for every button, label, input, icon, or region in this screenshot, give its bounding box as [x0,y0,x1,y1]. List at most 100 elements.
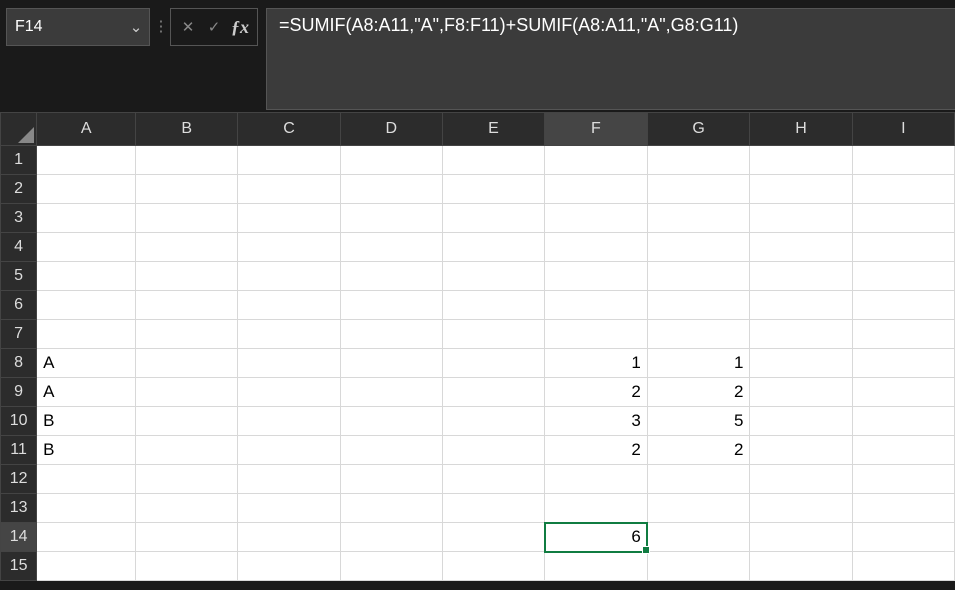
column-header-A[interactable]: A [37,113,136,146]
cell-C14[interactable] [238,523,340,552]
cell-H6[interactable] [750,291,852,320]
row-header-13[interactable]: 13 [1,494,37,523]
cell-E8[interactable] [442,349,544,378]
cell-G14[interactable] [647,523,750,552]
cell-I11[interactable] [852,436,954,465]
cell-G2[interactable] [647,175,750,204]
cell-D1[interactable] [340,146,442,175]
cell-G13[interactable] [647,494,750,523]
cell-G6[interactable] [647,291,750,320]
cell-I8[interactable] [852,349,954,378]
row-header-10[interactable]: 10 [1,407,37,436]
cell-C11[interactable] [238,436,340,465]
cell-E9[interactable] [442,378,544,407]
cell-G12[interactable] [647,465,750,494]
cell-C9[interactable] [238,378,340,407]
cell-H10[interactable] [750,407,852,436]
cell-H2[interactable] [750,175,852,204]
cell-G1[interactable] [647,146,750,175]
cell-F11[interactable]: 2 [545,436,648,465]
cell-B6[interactable] [136,291,238,320]
cell-C5[interactable] [238,262,340,291]
cell-D9[interactable] [340,378,442,407]
cell-C15[interactable] [238,552,340,581]
cell-G9[interactable]: 2 [647,378,750,407]
row-header-8[interactable]: 8 [1,349,37,378]
cell-A7[interactable] [37,320,136,349]
column-header-H[interactable]: H [750,113,852,146]
cell-B15[interactable] [136,552,238,581]
cell-I4[interactable] [852,233,954,262]
cell-C1[interactable] [238,146,340,175]
cell-D8[interactable] [340,349,442,378]
column-header-F[interactable]: F [545,113,648,146]
cell-A10[interactable]: B [37,407,136,436]
cell-C7[interactable] [238,320,340,349]
fx-icon[interactable]: ƒx [227,11,253,43]
confirm-formula-button[interactable]: ✓ [201,11,227,43]
cancel-formula-button[interactable]: ✕ [175,11,201,43]
cell-F10[interactable]: 3 [545,407,648,436]
cell-I5[interactable] [852,262,954,291]
cell-E4[interactable] [442,233,544,262]
cell-G15[interactable] [647,552,750,581]
cell-G7[interactable] [647,320,750,349]
cell-C4[interactable] [238,233,340,262]
name-box[interactable]: F14 ⌄ [6,8,150,46]
cell-D5[interactable] [340,262,442,291]
cell-E7[interactable] [442,320,544,349]
cell-A14[interactable] [37,523,136,552]
cell-F4[interactable] [545,233,648,262]
column-header-C[interactable]: C [238,113,340,146]
cell-A3[interactable] [37,204,136,233]
cell-B11[interactable] [136,436,238,465]
cell-D12[interactable] [340,465,442,494]
cell-C13[interactable] [238,494,340,523]
cell-F8[interactable]: 1 [545,349,648,378]
cell-I1[interactable] [852,146,954,175]
row-header-4[interactable]: 4 [1,233,37,262]
row-header-15[interactable]: 15 [1,552,37,581]
cell-F7[interactable] [545,320,648,349]
cell-I7[interactable] [852,320,954,349]
row-header-11[interactable]: 11 [1,436,37,465]
row-header-3[interactable]: 3 [1,204,37,233]
cell-B3[interactable] [136,204,238,233]
cell-F14[interactable]: 6 [545,523,648,552]
cell-E2[interactable] [442,175,544,204]
cell-E14[interactable] [442,523,544,552]
cell-I9[interactable] [852,378,954,407]
cell-E1[interactable] [442,146,544,175]
row-header-5[interactable]: 5 [1,262,37,291]
cell-G8[interactable]: 1 [647,349,750,378]
cell-F1[interactable] [545,146,648,175]
cell-H1[interactable] [750,146,852,175]
formula-bar[interactable]: =SUMIF(A8:A11,"A",F8:F11)+SUMIF(A8:A11,"… [266,8,955,110]
cell-I12[interactable] [852,465,954,494]
cell-G3[interactable] [647,204,750,233]
cell-C10[interactable] [238,407,340,436]
cell-F5[interactable] [545,262,648,291]
cell-A11[interactable]: B [37,436,136,465]
select-all-corner[interactable] [1,113,37,146]
cell-I6[interactable] [852,291,954,320]
cell-E10[interactable] [442,407,544,436]
cell-H15[interactable] [750,552,852,581]
cell-B14[interactable] [136,523,238,552]
cell-C3[interactable] [238,204,340,233]
row-header-12[interactable]: 12 [1,465,37,494]
row-header-2[interactable]: 2 [1,175,37,204]
cell-G10[interactable]: 5 [647,407,750,436]
cell-E5[interactable] [442,262,544,291]
cell-B1[interactable] [136,146,238,175]
cell-D13[interactable] [340,494,442,523]
cell-I2[interactable] [852,175,954,204]
cell-C6[interactable] [238,291,340,320]
cell-I14[interactable] [852,523,954,552]
cell-G11[interactable]: 2 [647,436,750,465]
cell-H12[interactable] [750,465,852,494]
cell-H13[interactable] [750,494,852,523]
cell-C8[interactable] [238,349,340,378]
cell-A12[interactable] [37,465,136,494]
cell-B8[interactable] [136,349,238,378]
